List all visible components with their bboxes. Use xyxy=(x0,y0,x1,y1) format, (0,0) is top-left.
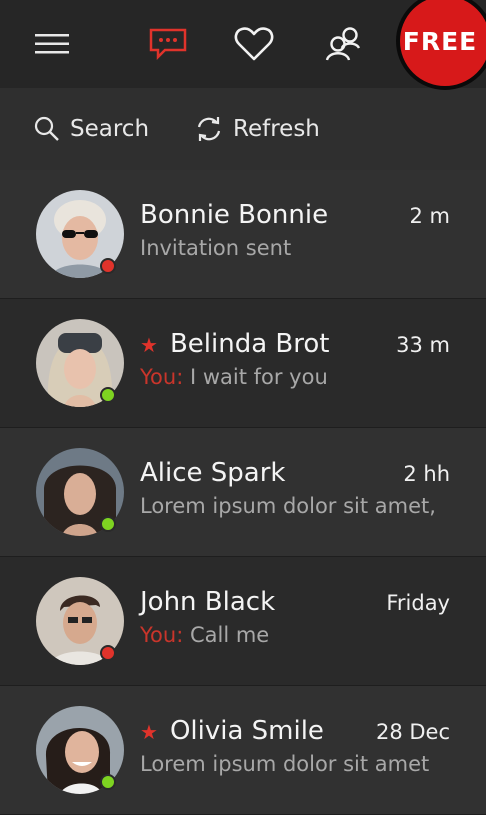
message-preview: Invitation sent xyxy=(140,236,292,260)
you-prefix: You: xyxy=(140,623,184,647)
contact-name: John Black xyxy=(140,587,276,617)
conversation-row[interactable]: ★ Belinda Brot 33 m You: I wait for you xyxy=(0,299,486,428)
conversation-list: Bonnie Bonnie 2 m Invitation sent ★ Belin… xyxy=(0,170,486,815)
refresh-label: Refresh xyxy=(233,116,320,142)
heart-icon[interactable] xyxy=(226,0,282,88)
free-badge[interactable]: FREE xyxy=(396,0,486,90)
star-icon: ★ xyxy=(140,333,158,357)
contact-name: Bonnie Bonnie xyxy=(140,200,329,230)
contact-name: Alice Spark xyxy=(140,458,286,488)
contact-name: ★ Olivia Smile xyxy=(140,716,324,746)
top-navigation-bar: FREE xyxy=(0,0,486,90)
offline-status-dot xyxy=(100,645,116,661)
online-status-dot xyxy=(100,387,116,403)
toolbar: Search Refresh xyxy=(0,88,486,170)
conversation-row[interactable]: Bonnie Bonnie 2 m Invitation sent xyxy=(0,170,486,299)
hamburger-menu-icon[interactable] xyxy=(30,0,74,88)
refresh-icon xyxy=(197,117,221,141)
conversation-row[interactable]: ★ Olivia Smile 28 Dec Lorem ipsum dolor s… xyxy=(0,686,486,815)
people-icon[interactable] xyxy=(316,0,372,88)
message-time: 2 hh xyxy=(403,462,450,486)
star-icon: ★ xyxy=(140,720,158,744)
offline-status-dot xyxy=(100,258,116,274)
message-preview: Lorem ipsum dolor sit amet xyxy=(140,752,430,776)
message-time: 28 Dec xyxy=(375,720,450,744)
search-label: Search xyxy=(70,116,150,142)
conversation-row[interactable]: Alice Spark 2 hh Lorem ipsum dolor sit a… xyxy=(0,428,486,557)
search-button[interactable]: Search xyxy=(34,116,149,142)
message-preview: You: I wait for you xyxy=(140,365,328,389)
message-time: Friday xyxy=(386,591,450,615)
message-time: 33 m xyxy=(396,333,450,357)
message-preview: You: Call me xyxy=(140,623,270,647)
refresh-button[interactable]: Refresh xyxy=(195,116,320,142)
search-icon xyxy=(34,116,59,141)
you-prefix: You: xyxy=(140,365,184,389)
message-time: 2 m xyxy=(409,204,451,228)
contact-name: ★ Belinda Brot xyxy=(140,329,330,359)
message-preview: Lorem ipsum dolor sit amet, xyxy=(140,494,436,518)
chat-icon[interactable] xyxy=(140,0,196,88)
online-status-dot xyxy=(100,516,116,532)
conversation-row[interactable]: John Black Friday You: Call me xyxy=(0,557,486,686)
online-status-dot xyxy=(100,774,116,790)
